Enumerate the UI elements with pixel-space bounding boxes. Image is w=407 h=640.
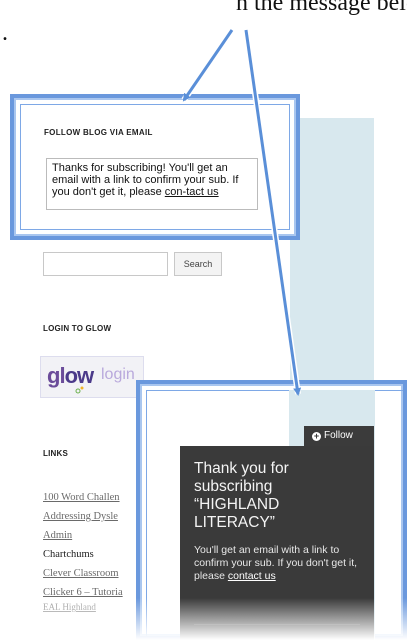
follow-email-widget-title: FOLLOW BLOG VIA EMAIL: [44, 128, 153, 137]
subscription-confirmation-box: Thanks for subscribing! You'll get an em…: [46, 158, 258, 210]
email-subscribe-callout: FOLLOW BLOG VIA EMAIL Thanks for subscri…: [10, 94, 300, 240]
popup-heading: Thank you for subscribing “HIGHLAND LITE…: [194, 460, 289, 531]
contact-us-link[interactable]: con-tact us: [165, 186, 219, 198]
popup-body: You'll get an email with a link to confi…: [194, 544, 360, 583]
glow-logo: glow: [47, 363, 94, 388]
glow-login-button[interactable]: glow login: [40, 356, 144, 398]
search-input[interactable]: [43, 252, 168, 276]
popup-contact-us-link[interactable]: contact us: [228, 570, 276, 582]
follow-button[interactable]: + Follow: [304, 426, 374, 446]
caption-line-1: n the message below. Please lo: [236, 0, 407, 16]
follow-button-label: Follow: [324, 430, 353, 441]
glow-login-text: login: [101, 366, 135, 383]
links-section-title: LINKS: [43, 449, 68, 458]
login-section-title: LOGIN TO GLOW: [43, 324, 112, 333]
glow-dots-icon: [75, 386, 84, 394]
search-button[interactable]: Search: [174, 252, 222, 276]
caption-line-2: .: [2, 20, 8, 44]
plus-icon: +: [312, 431, 321, 441]
page-bottom-fade: [0, 598, 407, 640]
instruction-caption: n the message below. Please lo .: [0, 0, 407, 44]
